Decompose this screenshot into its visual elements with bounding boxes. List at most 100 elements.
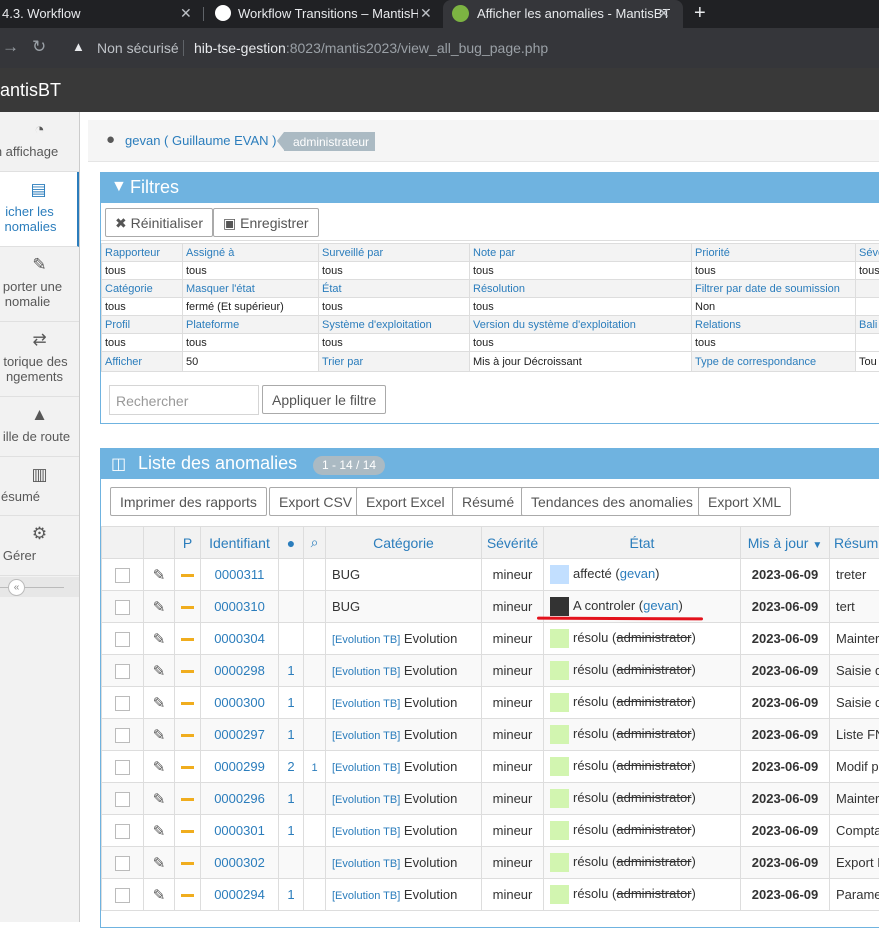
summary-link[interactable]: Modif p bbox=[829, 750, 879, 783]
filter-label[interactable]: Afficher bbox=[101, 351, 183, 372]
pencil-icon[interactable]: ✎ bbox=[153, 855, 166, 872]
summary-link[interactable]: tert bbox=[829, 590, 879, 623]
filter-value[interactable]: tous bbox=[855, 261, 879, 280]
column-header-severity[interactable]: Sévérité bbox=[481, 526, 544, 559]
forward-icon[interactable]: → bbox=[2, 37, 19, 57]
issue-id-link[interactable]: 0000297 bbox=[214, 727, 265, 742]
column-header-updated[interactable]: Mis à jour ▼ bbox=[740, 526, 830, 559]
row-checkbox[interactable] bbox=[115, 695, 130, 711]
handler-link[interactable]: administrator bbox=[616, 758, 691, 773]
export-xml-button[interactable]: Export XML bbox=[698, 487, 792, 516]
table-row[interactable]: ✎ 0000311 BUG mineur affecté (gevan) 2023-06… bbox=[101, 558, 879, 591]
table-row[interactable]: ✎ 0000302 [Evolution TB] Evolution mineur ré… bbox=[101, 846, 879, 879]
pencil-icon[interactable]: ✎ bbox=[153, 823, 166, 840]
filter-label[interactable]: Sévé bbox=[855, 243, 879, 262]
print-reports-button[interactable]: Imprimer des rapports bbox=[110, 487, 267, 516]
filter-label[interactable]: Résolution bbox=[469, 279, 692, 298]
handler-link[interactable]: gevan bbox=[643, 598, 678, 613]
summary-link[interactable]: Mainter bbox=[829, 782, 879, 815]
save-filter-button[interactable]: ▣ Enregistrer bbox=[213, 208, 319, 237]
filter-value[interactable]: tous bbox=[318, 297, 470, 316]
sidebar-item-changelog[interactable]: ⇄ torique des ngements bbox=[0, 322, 79, 397]
sidebar-item-manage[interactable]: ⚙ Gérer bbox=[0, 516, 79, 576]
handler-link[interactable]: administrator bbox=[616, 822, 691, 837]
row-checkbox[interactable] bbox=[115, 567, 130, 583]
row-checkbox[interactable] bbox=[115, 855, 130, 871]
new-tab-icon[interactable]: + bbox=[694, 2, 706, 25]
project-link[interactable]: [Evolution TB] bbox=[332, 698, 400, 710]
filter-value[interactable]: tous bbox=[318, 261, 470, 280]
pencil-icon[interactable]: ✎ bbox=[153, 599, 166, 616]
notes-count[interactable]: 1 bbox=[287, 887, 294, 902]
project-link[interactable]: [Evolution TB] bbox=[332, 826, 400, 838]
row-checkbox[interactable] bbox=[115, 823, 130, 839]
issue-id-link[interactable]: 0000300 bbox=[214, 695, 265, 710]
summary-link[interactable]: treter bbox=[829, 558, 879, 591]
filter-label[interactable]: État bbox=[318, 279, 470, 298]
sidebar-item-roadmap[interactable]: ▲ ille de route bbox=[0, 397, 79, 457]
filter-value[interactable]: tous bbox=[101, 261, 183, 280]
summary-link[interactable]: Export I bbox=[829, 846, 879, 879]
notes-count[interactable]: 1 bbox=[287, 791, 294, 806]
filter-label[interactable]: Masquer l'état bbox=[182, 279, 319, 298]
table-row[interactable]: ✎ 0000300 1 [Evolution TB] Evolution mineur r… bbox=[101, 686, 879, 719]
export-csv-button[interactable]: Export CSV bbox=[269, 487, 363, 516]
filter-label[interactable]: Trier par bbox=[318, 351, 470, 372]
row-checkbox[interactable] bbox=[115, 631, 130, 647]
filter-value[interactable]: tous bbox=[691, 261, 856, 280]
reload-icon[interactable]: ↻ bbox=[32, 37, 46, 57]
issue-id-link[interactable]: 0000310 bbox=[214, 599, 265, 614]
issue-id-link[interactable]: 0000302 bbox=[214, 855, 265, 870]
close-icon[interactable]: ✕ bbox=[658, 5, 670, 22]
security-label[interactable]: Non sécurisé bbox=[97, 40, 179, 56]
search-input[interactable]: Rechercher bbox=[109, 385, 259, 415]
summary-link[interactable]: Parame bbox=[829, 878, 879, 911]
handler-link[interactable]: administrator bbox=[616, 694, 691, 709]
warning-icon[interactable]: ▲ bbox=[72, 39, 85, 54]
filter-label[interactable]: Type de correspondance bbox=[691, 351, 856, 372]
summary-link[interactable]: Compta bbox=[829, 814, 879, 847]
handler-link[interactable]: administrator bbox=[616, 726, 691, 741]
handler-link[interactable]: administrator bbox=[616, 886, 691, 901]
summary-link[interactable]: Mainter bbox=[829, 622, 879, 655]
project-link[interactable]: [Evolution TB] bbox=[332, 794, 400, 806]
table-row[interactable]: ✎ 0000299 2 1 [Evolution TB] Evolution mineur… bbox=[101, 750, 879, 783]
filter-value[interactable] bbox=[855, 333, 879, 352]
collapse-icon[interactable]: « bbox=[8, 579, 25, 596]
project-link[interactable]: [Evolution TB] bbox=[332, 666, 400, 678]
close-icon[interactable]: ✕ bbox=[420, 5, 432, 22]
files-count[interactable]: 1 bbox=[311, 762, 317, 774]
filter-value[interactable]: tous bbox=[182, 333, 319, 352]
tab-afficher-anomalies[interactable]: Afficher les anomalies - MantisBT ✕ bbox=[443, 0, 683, 28]
issue-id-link[interactable]: 0000304 bbox=[214, 631, 265, 646]
tab-workflow-transitions[interactable]: Workflow Transitions – MantisHub ✕ bbox=[205, 0, 441, 28]
filter-label[interactable]: Version du système d'exploitation bbox=[469, 315, 692, 334]
apply-filter-button[interactable]: Appliquer le filtre bbox=[262, 385, 387, 414]
summary-link[interactable]: Saisie d bbox=[829, 654, 879, 687]
filter-value[interactable]: Non bbox=[691, 297, 856, 316]
summary-link[interactable]: Liste FN bbox=[829, 718, 879, 751]
notes-count[interactable]: 1 bbox=[287, 695, 294, 710]
issue-id-link[interactable]: 0000296 bbox=[214, 791, 265, 806]
pencil-icon[interactable]: ✎ bbox=[153, 631, 166, 648]
filter-label[interactable]: Filtrer par date de soumission bbox=[691, 279, 856, 298]
summary-button[interactable]: Résumé bbox=[452, 487, 525, 516]
url-field[interactable]: hib-tse-gestion:8023/mantis2023/view_all… bbox=[194, 40, 548, 56]
pencil-icon[interactable]: ✎ bbox=[153, 695, 166, 712]
handler-link[interactable]: administrator bbox=[616, 790, 691, 805]
pencil-icon[interactable]: ✎ bbox=[153, 663, 166, 680]
table-row[interactable]: ✎ 0000297 1 [Evolution TB] Evolution mineur r… bbox=[101, 718, 879, 751]
filter-label[interactable]: Relations bbox=[691, 315, 856, 334]
pencil-icon[interactable]: ✎ bbox=[153, 567, 166, 584]
row-checkbox[interactable] bbox=[115, 663, 130, 679]
tab-workflow[interactable]: 4.3. Workflow ✕ bbox=[0, 0, 200, 28]
close-icon[interactable]: ✕ bbox=[180, 5, 192, 22]
column-header-priority[interactable]: P bbox=[174, 526, 201, 559]
attachment-icon[interactable]: ⌕ bbox=[303, 526, 326, 559]
filter-value[interactable]: tous bbox=[469, 261, 692, 280]
notes-count[interactable]: 1 bbox=[287, 663, 294, 678]
export-excel-button[interactable]: Export Excel bbox=[356, 487, 455, 516]
row-checkbox[interactable] bbox=[115, 887, 130, 903]
table-row[interactable]: ✎ 0000304 [Evolution TB] Evolution mineur ré… bbox=[101, 622, 879, 655]
filter-value[interactable]: Tou bbox=[855, 351, 879, 372]
